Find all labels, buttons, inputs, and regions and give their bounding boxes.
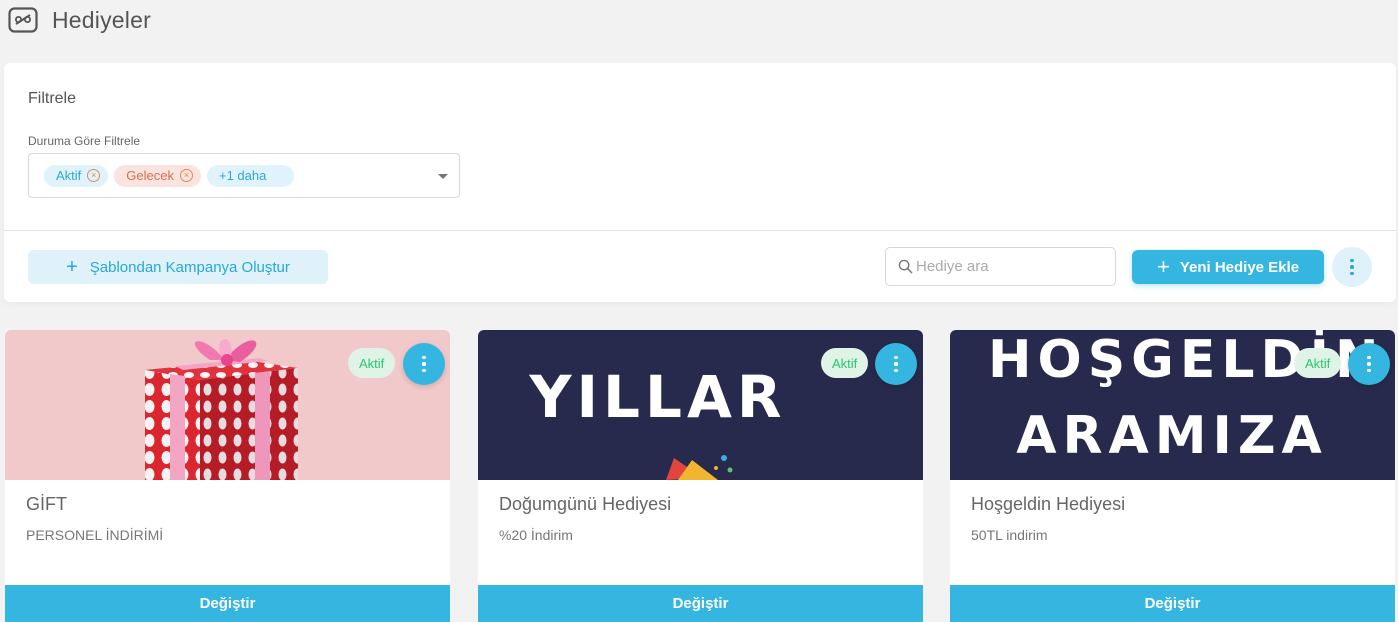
- card-menu-button[interactable]: [403, 343, 445, 385]
- page-title: Hediyeler: [52, 6, 151, 33]
- chip-gelecek-remove-icon[interactable]: ×: [180, 169, 193, 182]
- gift-card: HOŞGELDİN ARAMIZA Aktif Hoşgeldin Hediye…: [950, 330, 1395, 622]
- plus-icon: +: [66, 256, 78, 278]
- status-badge: Aktif: [821, 348, 869, 378]
- add-gift-label: Yeni Hediye Ekle: [1179, 258, 1300, 276]
- banner-text: YILLAR: [528, 363, 786, 431]
- chip-aktif: Aktif ×: [44, 164, 109, 187]
- more-vertical-icon: [894, 354, 898, 374]
- filter-card: Filtrele Duruma Göre Filtrele Aktif × Ge…: [4, 63, 1396, 302]
- status-filter-label: Duruma Göre Filtrele: [28, 134, 141, 148]
- plus-icon: +: [1156, 254, 1170, 279]
- banner-text: ARAMIZA: [1016, 406, 1328, 466]
- chip-aktif-label: Aktif: [56, 168, 82, 183]
- status-filter-select[interactable]: Aktif × Gelecek × +1 daha: [28, 153, 460, 198]
- add-gift-button[interactable]: + Yeni Hediye Ekle: [1132, 250, 1324, 284]
- card-subtitle: %20 İndirim: [499, 527, 573, 543]
- more-vertical-icon: [1350, 257, 1354, 277]
- card-menu-button[interactable]: [875, 343, 917, 385]
- card-title: GİFT: [26, 494, 67, 514]
- chip-more-label: +1 daha: [219, 168, 267, 183]
- edit-gift-button[interactable]: Değiştir: [950, 585, 1395, 622]
- edit-gift-button[interactable]: Değiştir: [5, 585, 450, 622]
- more-options-button[interactable]: [1332, 247, 1372, 287]
- search-box[interactable]: [885, 247, 1116, 286]
- status-badge: Aktif: [1294, 348, 1342, 378]
- card-subtitle: PERSONEL İNDİRİMİ: [26, 527, 164, 543]
- chip-aktif-remove-icon[interactable]: ×: [87, 169, 101, 182]
- edit-gift-button[interactable]: Değiştir: [478, 585, 923, 622]
- chip-gelecek: Gelecek ×: [114, 164, 201, 187]
- caret-down-icon[interactable]: [438, 174, 448, 179]
- create-from-template-button[interactable]: + Şablondan Kampanya Oluştur: [28, 250, 328, 284]
- more-vertical-icon: [422, 354, 426, 374]
- gift-card: Aktif GİFT PERSONEL İNDİRİMİ Değiştir: [5, 330, 450, 622]
- chip-more[interactable]: +1 daha: [207, 164, 295, 187]
- gift-icon: [8, 7, 38, 33]
- search-icon: [898, 259, 913, 274]
- chip-gelecek-label: Gelecek: [126, 168, 174, 183]
- create-from-template-label: Şablondan Kampanya Oluştur: [89, 258, 290, 276]
- gift-card: YILLAR Aktif Doğumgünü Hediyesi %20 İndi…: [478, 330, 923, 622]
- filter-title: Filtrele: [28, 90, 77, 107]
- search-input[interactable]: [916, 258, 1106, 275]
- more-vertical-icon: [1367, 354, 1371, 374]
- card-title: Doğumgünü Hediyesi: [499, 494, 672, 514]
- card-subtitle: 50TL indirim: [971, 527, 1048, 543]
- status-badge: Aktif: [348, 348, 396, 378]
- card-menu-button[interactable]: [1348, 343, 1390, 385]
- divider: [4, 230, 1396, 231]
- page-header: Hediyeler: [8, 6, 151, 34]
- card-title: Hoşgeldin Hediyesi: [971, 494, 1126, 514]
